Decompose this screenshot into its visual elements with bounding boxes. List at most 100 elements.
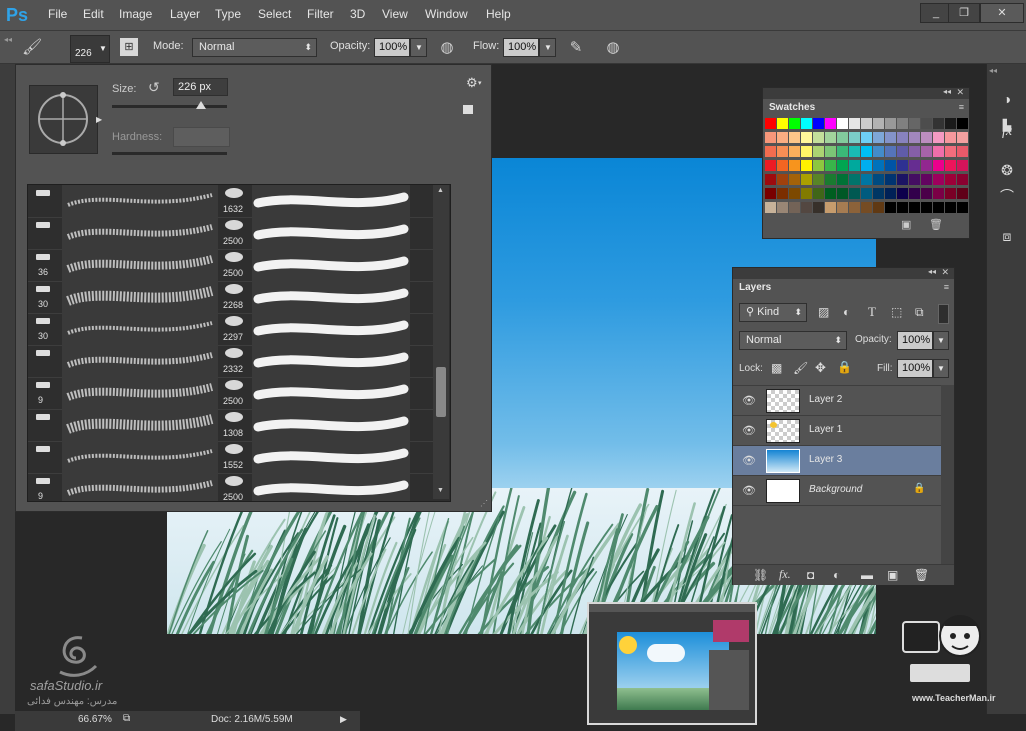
- menu-layer[interactable]: Layer: [170, 7, 200, 21]
- panel-menu-icon[interactable]: ≡: [959, 102, 964, 112]
- swatch[interactable]: [825, 118, 836, 129]
- swatch[interactable]: [777, 202, 788, 213]
- swatch[interactable]: [777, 146, 788, 157]
- swatch[interactable]: [957, 118, 968, 129]
- swatch[interactable]: [897, 202, 908, 213]
- swatch[interactable]: [861, 146, 872, 157]
- menu-help[interactable]: Help: [486, 7, 511, 21]
- swatch[interactable]: [885, 118, 896, 129]
- brush-preset-list[interactable]: 1632 2500 36 2500 30 2268 30 2297 2332 9 2500 1308 1…: [27, 184, 451, 502]
- brush-preset-row[interactable]: 9 2500: [28, 473, 438, 501]
- styles-icon[interactable]: fx: [995, 122, 1019, 142]
- swatch[interactable]: [849, 188, 860, 199]
- menu-window[interactable]: Window: [425, 7, 468, 21]
- brush-preset-row[interactable]: 30 2297: [28, 313, 438, 346]
- swatch[interactable]: [789, 188, 800, 199]
- swatch[interactable]: [837, 160, 848, 171]
- eye-icon[interactable]: 👁: [742, 394, 756, 407]
- pressure-size-icon[interactable]: ◍: [603, 38, 623, 56]
- layer-opacity-input[interactable]: 100%: [897, 331, 933, 350]
- mode-dropdown[interactable]: Normal ⬍: [192, 38, 317, 57]
- share-icon[interactable]: ⧉: [123, 713, 130, 724]
- swatch[interactable]: [873, 118, 884, 129]
- brush-panel-toggle-icon[interactable]: ⊞: [120, 38, 138, 56]
- layer-opacity-dropdown-button[interactable]: ▼: [933, 331, 949, 350]
- swatch[interactable]: [897, 188, 908, 199]
- brush-tip-preview[interactable]: [29, 85, 98, 154]
- swatch[interactable]: [825, 160, 836, 171]
- layer-row-selected[interactable]: 👁 Layer 3: [733, 446, 941, 476]
- swatch[interactable]: [801, 118, 812, 129]
- swatch[interactable]: [765, 188, 776, 199]
- swatch[interactable]: [945, 188, 956, 199]
- swatch[interactable]: [789, 160, 800, 171]
- brush-preset-row[interactable]: 36 2500: [28, 249, 438, 282]
- swatch[interactable]: [789, 132, 800, 143]
- flow-input[interactable]: 100%: [503, 38, 539, 57]
- swatch[interactable]: [837, 146, 848, 157]
- paths-icon[interactable]: ⌒: [995, 186, 1019, 206]
- lock-all-icon[interactable]: 🔒: [837, 360, 852, 374]
- swatch[interactable]: [825, 146, 836, 157]
- brush-preset-row[interactable]: 1632: [28, 185, 438, 218]
- opacity-input[interactable]: 100%: [374, 38, 410, 57]
- link-icon[interactable]: ⛓: [753, 568, 768, 582]
- swatch[interactable]: [957, 174, 968, 185]
- lock-image-icon[interactable]: 🖌: [793, 361, 808, 375]
- opacity-dropdown-button[interactable]: ▼: [410, 38, 427, 57]
- filter-pixel-icon[interactable]: ▨: [818, 305, 829, 319]
- brush-tool-icon[interactable]: 🖌: [22, 37, 42, 57]
- flow-dropdown-button[interactable]: ▼: [539, 38, 556, 57]
- swatch[interactable]: [825, 188, 836, 199]
- swatch[interactable]: [765, 174, 776, 185]
- swatch[interactable]: [813, 174, 824, 185]
- filter-smart-object-icon[interactable]: ⧉: [915, 305, 924, 320]
- filter-kind-dropdown[interactable]: ⚲ Kind ⬍: [739, 303, 807, 322]
- menu-filter[interactable]: Filter: [307, 7, 334, 21]
- swatch[interactable]: [849, 160, 860, 171]
- mask-icon[interactable]: ◘: [807, 568, 814, 582]
- swatch[interactable]: [849, 146, 860, 157]
- swatch[interactable]: [849, 202, 860, 213]
- swatch[interactable]: [837, 132, 848, 143]
- fx-icon[interactable]: fx.: [779, 567, 791, 582]
- menu-edit[interactable]: Edit: [83, 7, 104, 21]
- swatch[interactable]: [921, 118, 932, 129]
- filter-type-icon[interactable]: T: [868, 304, 876, 320]
- collapse-icon[interactable]: ◂◂: [989, 66, 997, 75]
- layer-row[interactable]: 👁 Background 🔒: [733, 476, 941, 506]
- swatch[interactable]: [933, 174, 944, 185]
- tools-panel-strip[interactable]: [0, 64, 15, 714]
- brush-preset-row[interactable]: 9 2500: [28, 377, 438, 410]
- tab-layers[interactable]: Layers: [733, 279, 778, 297]
- swatch[interactable]: [837, 174, 848, 185]
- zoom-value[interactable]: 66.67%: [78, 714, 112, 725]
- swatch[interactable]: [957, 202, 968, 213]
- swatch[interactable]: [945, 118, 956, 129]
- swatch[interactable]: [945, 160, 956, 171]
- filter-adjustment-icon[interactable]: ◐: [843, 305, 850, 319]
- adjustment-layer-icon[interactable]: ◐: [833, 568, 840, 582]
- swatch[interactable]: [813, 160, 824, 171]
- swatch[interactable]: [873, 160, 884, 171]
- channels-icon[interactable]: ❂: [995, 160, 1019, 180]
- swatch[interactable]: [921, 188, 932, 199]
- layer-row[interactable]: 👁 Layer 2: [733, 386, 941, 416]
- swatch[interactable]: [873, 188, 884, 199]
- swatch[interactable]: [957, 160, 968, 171]
- swatch[interactable]: [801, 174, 812, 185]
- eye-icon[interactable]: 👁: [742, 454, 756, 467]
- new-swatch-icon[interactable]: ▣: [901, 218, 911, 231]
- swatch[interactable]: [849, 132, 860, 143]
- brush-preset-row[interactable]: 2500: [28, 217, 438, 250]
- swatch[interactable]: [921, 202, 932, 213]
- swatch[interactable]: [933, 160, 944, 171]
- brush-preset-row[interactable]: 30 2268: [28, 281, 438, 314]
- swatch[interactable]: [765, 146, 776, 157]
- swatch[interactable]: [801, 160, 812, 171]
- swatch[interactable]: [921, 160, 932, 171]
- reset-size-icon[interactable]: ↺: [148, 79, 160, 96]
- swatch[interactable]: [813, 188, 824, 199]
- swatch[interactable]: [765, 160, 776, 171]
- size-slider-track[interactable]: [112, 105, 227, 108]
